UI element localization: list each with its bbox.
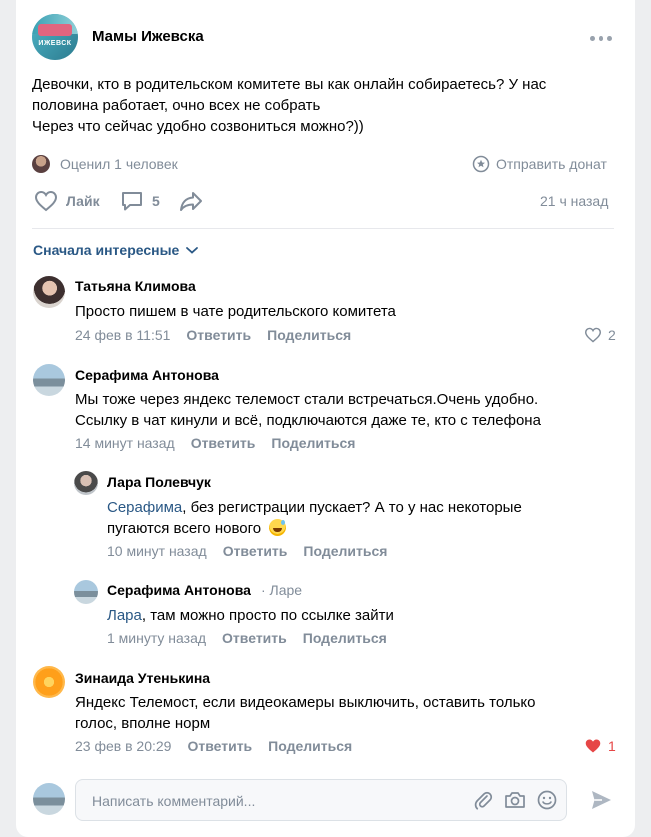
reply-meta: 10 минут назад Ответить Поделиться xyxy=(107,543,387,559)
comment-text-line: голос, вполне норм xyxy=(75,715,211,732)
comment-text: Яндекс Телемост, если видеокамеры выключ… xyxy=(75,692,535,734)
more-options-icon[interactable] xyxy=(590,36,613,42)
rater-avatar[interactable] xyxy=(32,155,50,173)
reply-button[interactable]: Ответить xyxy=(187,738,252,754)
mention-link[interactable]: Серафима xyxy=(107,499,182,516)
mention-link[interactable]: Лара xyxy=(107,607,142,624)
share-comment-button[interactable]: Поделиться xyxy=(303,630,387,646)
comment-author[interactable]: Зинаида Утенькина xyxy=(75,670,210,686)
comment-author[interactable]: Серафима Антонова xyxy=(75,367,219,383)
comment-author[interactable]: Татьяна Климова xyxy=(75,278,196,294)
send-icon[interactable] xyxy=(589,788,613,812)
reply-button[interactable]: Ответить xyxy=(223,543,288,559)
comment-meta: 24 фев в 11:51 Ответить Поделиться xyxy=(75,327,351,343)
reply-time[interactable]: 1 минуту назад xyxy=(107,630,206,646)
heart-filled-icon xyxy=(585,739,601,753)
reply-author[interactable]: Серафима Антонова xyxy=(107,582,251,598)
group-name[interactable]: Мамы Ижевска xyxy=(92,28,204,45)
sort-label: Сначала интересные xyxy=(33,242,180,258)
heart-icon xyxy=(584,327,602,343)
share-comment-button[interactable]: Поделиться xyxy=(271,435,355,451)
post-time[interactable]: 21 ч назад xyxy=(540,193,608,209)
like-label: Лайк xyxy=(66,193,100,209)
reply-text-rest: , без регистрации пускает? А то у нас не… xyxy=(182,499,522,516)
reply-text-rest: , там можно просто по ссылке зайти xyxy=(141,607,394,624)
comment-avatar[interactable] xyxy=(33,364,65,396)
reply-text: Серафима, без регистрации пускает? А то … xyxy=(107,497,522,539)
donate-star-icon xyxy=(472,155,490,173)
comment-icon xyxy=(122,192,142,211)
reply-meta: 1 минуту назад Ответить Поделиться xyxy=(107,630,387,646)
reply-header: Серафима Антонова · Ларе xyxy=(107,582,302,598)
reply-text-line: Серафима, без регистрации пускает? А то … xyxy=(107,497,522,518)
comment-meta: 23 фев в 20:29 Ответить Поделиться xyxy=(75,738,352,754)
heart-icon xyxy=(34,190,58,212)
comment-time[interactable]: 23 фев в 20:29 xyxy=(75,738,171,754)
chevron-down-icon xyxy=(186,247,199,254)
comment-like-count: 1 xyxy=(608,738,616,754)
share-button[interactable] xyxy=(178,190,204,212)
grinning-sweat-emoji-icon xyxy=(269,519,287,536)
donate-label: Отправить донат xyxy=(496,156,607,172)
post-text-line: Через что сейчас удобно созвониться можн… xyxy=(32,118,364,135)
reply-button[interactable]: Ответить xyxy=(191,435,256,451)
reply-button[interactable]: Ответить xyxy=(186,327,251,343)
share-arrow-icon xyxy=(180,192,202,211)
comment-composer xyxy=(75,779,567,822)
comment-input[interactable] xyxy=(90,780,464,822)
donate-button[interactable]: Отправить донат xyxy=(472,155,607,173)
emoji-icon[interactable] xyxy=(536,789,558,811)
share-comment-button[interactable]: Поделиться xyxy=(303,543,387,559)
post-text-line: половина работает, очно всех не собрать xyxy=(32,97,321,114)
camera-icon[interactable] xyxy=(504,790,526,810)
share-comment-button[interactable]: Поделиться xyxy=(267,327,351,343)
comment-text-line: Мы тоже через яндекс телемост стали встр… xyxy=(75,391,539,408)
like-button[interactable]: Лайк xyxy=(34,190,100,212)
comment-like-button[interactable]: 2 xyxy=(584,327,616,343)
sort-dropdown[interactable]: Сначала интересные xyxy=(33,242,199,258)
reply-to[interactable]: · Ларе xyxy=(261,582,302,598)
comment-like-button[interactable]: 1 xyxy=(584,738,616,754)
post-card: ИЖЕВСК Мамы Ижевска Девочки, кто в родит… xyxy=(16,0,635,837)
comments-button[interactable]: 5 xyxy=(120,190,160,212)
reply-avatar[interactable] xyxy=(74,471,98,495)
comment-text-line: Яндекс Телемост, если видеокамеры выключ… xyxy=(75,694,536,711)
reply-author[interactable]: Лара Полевчук xyxy=(107,474,211,490)
group-avatar-logo-text: ИЖЕВСК xyxy=(38,40,72,47)
attach-paperclip-icon[interactable] xyxy=(473,790,493,810)
comment-time[interactable]: 14 минут назад xyxy=(75,435,175,451)
reply-button[interactable]: Ответить xyxy=(222,630,287,646)
comment-text-line: Ссылку в чат кинули и всё, подключаются … xyxy=(75,412,541,429)
share-comment-button[interactable]: Поделиться xyxy=(268,738,352,754)
reply-text-line: пугаются всего нового xyxy=(107,518,522,539)
comment-like-count: 2 xyxy=(608,327,616,343)
comment-avatar[interactable] xyxy=(33,666,65,698)
comment-time[interactable]: 24 фев в 11:51 xyxy=(75,327,170,343)
comment-avatar[interactable] xyxy=(33,276,65,308)
reply-time[interactable]: 10 минут назад xyxy=(107,543,207,559)
reply-text: Лара, там можно просто по ссылке зайти xyxy=(107,605,394,626)
reply-text-line2: пугаются всего нового xyxy=(107,520,262,537)
reply-avatar[interactable] xyxy=(74,580,98,604)
post-text: Девочки, кто в родительском комитете вы … xyxy=(32,74,602,137)
group-avatar[interactable]: ИЖЕВСК xyxy=(32,14,78,60)
post-text-line: Девочки, кто в родительском комитете вы … xyxy=(32,76,547,93)
comment-text: Просто пишем в чате родительского комите… xyxy=(75,303,396,320)
rated-by-text[interactable]: Оценил 1 человек xyxy=(60,156,178,172)
comment-text: Мы тоже через яндекс телемост стали встр… xyxy=(75,389,541,431)
comments-count: 5 xyxy=(152,193,160,209)
divider xyxy=(32,228,614,229)
current-user-avatar[interactable] xyxy=(33,783,65,815)
comment-meta: 14 минут назад Ответить Поделиться xyxy=(75,435,355,451)
